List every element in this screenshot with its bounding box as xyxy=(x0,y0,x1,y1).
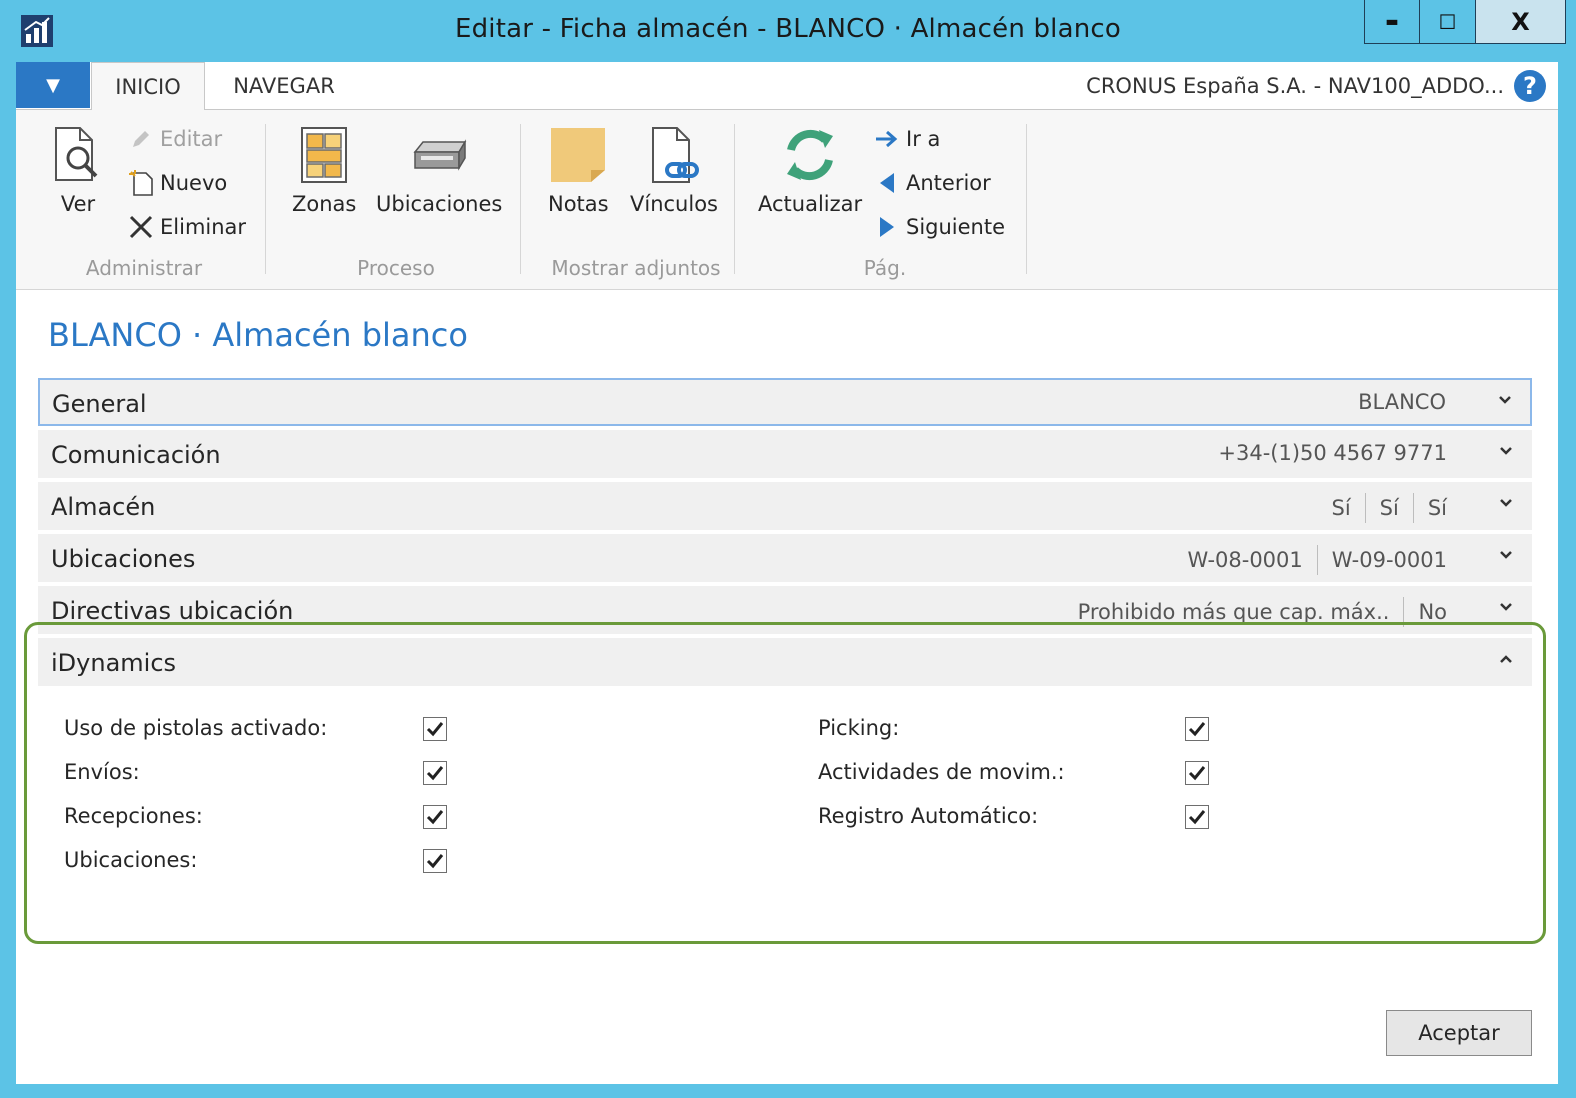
maximize-button[interactable]: ☐ xyxy=(1420,0,1476,44)
tab-inicio[interactable]: INICIO xyxy=(91,62,205,111)
tab-navegar[interactable]: NAVEGAR xyxy=(212,62,356,110)
fasttab-title: Almacén xyxy=(51,493,156,521)
fasttab-title: General xyxy=(52,390,147,418)
arrow-right-icon xyxy=(872,124,902,154)
group-separator xyxy=(265,124,266,274)
triangle-left-icon xyxy=(872,168,902,198)
bins-tray-icon xyxy=(413,139,467,171)
close-button[interactable]: X xyxy=(1476,0,1566,44)
link-document-icon xyxy=(652,127,699,183)
notas-button[interactable]: Notas xyxy=(548,126,609,216)
nuevo-label: Nuevo xyxy=(160,171,228,195)
ver-button[interactable]: Ver xyxy=(50,126,106,216)
fasttab-comunicacion[interactable]: Comunicación +34-(1)50 4567 9771 xyxy=(38,430,1532,478)
group-separator xyxy=(1026,124,1027,274)
anterior-button[interactable]: Anterior xyxy=(872,168,991,198)
zonas-button[interactable]: Zonas xyxy=(292,126,356,216)
vinculos-button[interactable]: Vínculos xyxy=(630,126,718,216)
page-title: BLANCO · Almacén blanco xyxy=(48,316,468,354)
ribbon-tab-bar: ▼ INICIO NAVEGAR CRONUS España S.A. - NA… xyxy=(16,62,1558,111)
siguiente-button[interactable]: Siguiente xyxy=(872,212,1005,242)
aceptar-button[interactable]: Aceptar xyxy=(1386,1010,1532,1056)
ribbon: Ver Editar Nuevo Eliminar Administrar Zo… xyxy=(16,110,1558,290)
summary-value: Prohibido más que cap. máx.. xyxy=(1077,600,1390,624)
window-title: Editar - Ficha almacén - BLANCO · Almacé… xyxy=(454,14,1122,44)
summary-value: +34-(1)50 4567 9771 xyxy=(1218,441,1447,465)
actualizar-button[interactable]: Actualizar xyxy=(758,126,862,216)
file-menu-button[interactable]: ▼ xyxy=(16,62,90,108)
siguiente-label: Siguiente xyxy=(906,215,1006,239)
summary-value: Sí xyxy=(1427,496,1447,520)
help-icon[interactable]: ? xyxy=(1514,70,1546,102)
refresh-icon xyxy=(787,129,834,181)
group-label-proceso: Proceso xyxy=(357,256,435,280)
fasttab-title: Directivas ubicación xyxy=(51,597,294,625)
fasttab-title: Ubicaciones xyxy=(51,545,196,573)
triangle-right-icon xyxy=(872,212,902,242)
summary-divider xyxy=(1316,545,1318,575)
sticky-note-icon xyxy=(551,128,606,182)
close-icon: X xyxy=(1511,7,1530,36)
notas-label: Notas xyxy=(548,192,609,216)
tab-label: INICIO xyxy=(115,75,181,99)
anterior-label: Anterior xyxy=(906,171,991,195)
company-name: CRONUS España S.A. - NAV100_ADDO... xyxy=(1086,74,1504,98)
ir-a-label: Ir a xyxy=(906,127,941,151)
zones-map-icon xyxy=(301,127,348,183)
highlight-frame xyxy=(24,622,1546,944)
fasttab-summary: Sí Sí Sí xyxy=(1331,493,1447,523)
app-window: Editar - Ficha almacén - BLANCO · Almacé… xyxy=(0,0,1576,1098)
fasttab-almacen[interactable]: Almacén Sí Sí Sí xyxy=(38,482,1532,530)
editar-label: Editar xyxy=(160,127,223,151)
chevron-down-icon[interactable] xyxy=(1498,390,1512,411)
actualizar-label: Actualizar xyxy=(758,192,863,216)
group-label-pag: Pág. xyxy=(863,256,907,280)
window-controls: ▬ ☐ X xyxy=(1364,0,1566,44)
minimize-button[interactable]: ▬ xyxy=(1364,0,1420,44)
title-bar: Editar - Ficha almacén - BLANCO · Almacé… xyxy=(0,0,1576,62)
editar-button[interactable]: Editar xyxy=(126,124,222,154)
fasttab-title: Comunicación xyxy=(51,441,221,469)
client-area: ▼ INICIO NAVEGAR CRONUS España S.A. - NA… xyxy=(16,62,1558,1084)
view-document-icon xyxy=(55,127,98,181)
summary-value: W-09-0001 xyxy=(1331,548,1447,572)
new-document-icon xyxy=(126,168,156,198)
ubicaciones-button[interactable]: Ubicaciones xyxy=(376,126,502,216)
chevron-down-icon[interactable] xyxy=(1499,545,1513,566)
chevron-down-icon[interactable] xyxy=(1499,441,1513,462)
eliminar-label: Eliminar xyxy=(160,215,247,239)
group-separator xyxy=(734,124,735,274)
help-glyph: ? xyxy=(1523,72,1537,100)
pencil-icon xyxy=(126,124,156,154)
fasttab-summary: W-08-0001 W-09-0001 xyxy=(1188,545,1447,575)
group-label-administrar: Administrar xyxy=(85,256,203,280)
summary-value: Sí xyxy=(1331,496,1351,520)
zonas-label: Zonas xyxy=(292,192,357,216)
fasttab-summary: BLANCO xyxy=(1358,390,1446,414)
summary-value: Sí xyxy=(1379,496,1399,520)
maximize-icon: ☐ xyxy=(1438,9,1457,34)
minimize-icon: ▬ xyxy=(1385,13,1399,30)
chevron-down-icon[interactable] xyxy=(1499,597,1513,618)
vinculos-label: Vínculos xyxy=(630,192,718,216)
ubicaciones-label: Ubicaciones xyxy=(376,192,503,216)
chevron-down-icon[interactable] xyxy=(1499,493,1513,514)
fasttab-ubicaciones[interactable]: Ubicaciones W-08-0001 W-09-0001 xyxy=(38,534,1532,582)
summary-divider xyxy=(1364,493,1366,523)
summary-value: W-08-0001 xyxy=(1187,548,1303,572)
chevron-down-icon: ▼ xyxy=(46,74,60,96)
summary-value: BLANCO xyxy=(1358,390,1446,414)
nuevo-button[interactable]: Nuevo xyxy=(126,168,227,198)
eliminar-button[interactable]: Eliminar xyxy=(126,212,246,242)
summary-divider xyxy=(1412,493,1414,523)
group-label-mostrar-adjuntos: Mostrar adjuntos xyxy=(551,256,721,280)
ir-a-button[interactable]: Ir a xyxy=(872,124,940,154)
ver-label: Ver xyxy=(60,192,96,216)
fasttab-general[interactable]: General BLANCO xyxy=(38,378,1532,426)
fasttab-summary: +34-(1)50 4567 9771 xyxy=(1218,441,1447,465)
group-separator xyxy=(520,124,521,274)
tab-label: NAVEGAR xyxy=(233,74,335,98)
delete-x-icon xyxy=(126,212,156,242)
summary-value: No xyxy=(1418,600,1447,624)
